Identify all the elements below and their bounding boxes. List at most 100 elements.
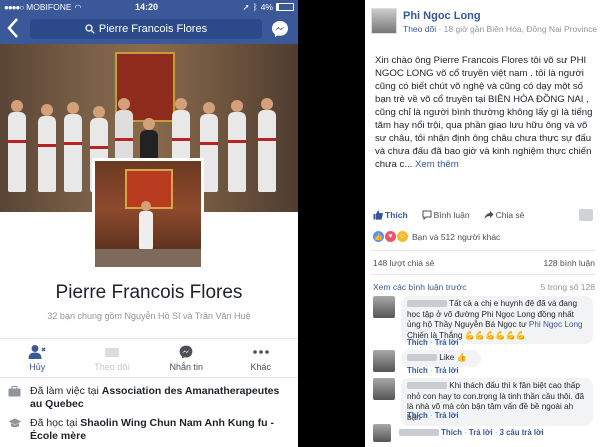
comment-meta: Thích · Trả lời <box>407 338 459 347</box>
comment-reply-link[interactable]: Trả lời <box>435 366 459 375</box>
avatar-image <box>95 161 201 267</box>
work-info: Đã làm việc tại Association des Amanathe… <box>0 381 298 413</box>
reaction-text: Bạn và 512 người khác <box>412 231 501 242</box>
viewer-avatar[interactable] <box>579 209 593 221</box>
work-text: Đã làm việc tại Association des Amanathe… <box>30 385 280 410</box>
view-previous-comments-link[interactable]: Xem các bình luận trước <box>373 282 466 292</box>
search-icon <box>85 24 95 34</box>
comment-count[interactable]: 128 bình luận <box>543 258 595 268</box>
divider <box>371 250 595 251</box>
follow-icon <box>103 344 121 360</box>
comment-meta: Thích · Trả lời <box>407 366 459 375</box>
reaction-bar: Thích Bình luận Chia sẻ <box>373 207 595 223</box>
facebook-post: Phi Ngoc Long Theo dõi · 18 giờ gần Biên… <box>365 0 600 447</box>
commenter-name[interactable] <box>407 354 437 362</box>
back-button[interactable] <box>6 17 26 41</box>
like-reaction-icon: 👍 <box>373 231 384 242</box>
mention-link[interactable]: Phi Ngọc Long <box>529 320 583 329</box>
post-text: Xin chào ông Pierre Francois Flores tôi … <box>375 55 593 170</box>
share-comment-counts: 148 lượt chia sẻ 128 bình luận <box>373 258 595 268</box>
graduation-cap-icon <box>8 418 24 443</box>
bluetooth-icon: ᛒ <box>252 2 258 12</box>
messenger-button[interactable] <box>270 19 290 39</box>
share-button[interactable]: Chia sẻ <box>484 210 524 220</box>
comment-like-link[interactable]: Thích <box>407 411 428 420</box>
comment-reply-link[interactable]: Trả lời <box>435 411 459 420</box>
search-text: Pierre Francois Flores <box>98 23 208 35</box>
view-replies-link[interactable]: 3 câu trả lời <box>500 428 544 437</box>
action-label: Theo dõi <box>94 362 130 372</box>
location-icon: ➚ <box>242 1 250 12</box>
more-button[interactable]: Khác <box>224 339 299 377</box>
comment-like-link[interactable]: Thích <box>407 338 428 347</box>
cover-person <box>228 100 246 192</box>
follow-link[interactable]: Theo dõi <box>403 24 436 34</box>
more-icon <box>252 344 270 360</box>
top-nav-bar: Pierre Francois Flores <box>0 14 298 44</box>
like-button[interactable]: Thích <box>373 210 408 220</box>
chevron-left-icon <box>7 18 18 38</box>
commenter-name[interactable] <box>399 429 439 437</box>
share-icon <box>484 211 494 219</box>
profile-name: Pierre Francois Flores <box>55 282 243 303</box>
education-info: Đã học tại Shaolin Wing Chun Nam Anh Kun… <box>0 413 298 445</box>
profile-info: Đã làm việc tại Association des Amanathe… <box>0 381 298 445</box>
cover-person <box>64 102 82 192</box>
previous-comments-row: Xem các bình luận trước 5 trong số 128 <box>373 282 595 292</box>
study-text: Đã học tại Shaolin Wing Chun Nam Anh Kun… <box>30 417 274 442</box>
post-body: Xin chào ông Pierre Francois Flores tôi … <box>375 54 593 171</box>
profile-screen: ●●●●○ MOBIFONE ◠ 14:20 ➚ ᛒ 4% Pierre Fra… <box>0 0 298 447</box>
action-label: Nhắn tin <box>169 362 204 372</box>
profile-avatar[interactable] <box>92 158 204 270</box>
share-count[interactable]: 148 lượt chia sẻ <box>373 258 434 268</box>
comment-like-link[interactable]: Thích <box>441 428 462 437</box>
battery-percent: 4% <box>260 2 273 12</box>
carrier-label: MOBIFONE <box>26 2 72 12</box>
comment-like-link[interactable]: Thích <box>407 366 428 375</box>
action-label: Hủy <box>29 362 46 372</box>
post-meta: Theo dõi · 18 giờ gần Biên Hòa, Đồng Nai… <box>403 24 598 34</box>
comment: Khi thách đấu thì k fân biệt cao thấp nh… <box>373 378 595 426</box>
follow-button[interactable]: Theo dõi <box>75 339 150 377</box>
comment: Tất cả a chị e huynh đệ đã và đang học t… <box>373 296 595 347</box>
screenshot-root: ●●●●○ MOBIFONE ◠ 14:20 ➚ ᛒ 4% Pierre Fra… <box>0 0 600 447</box>
messenger-icon <box>272 21 288 37</box>
message-button[interactable]: Nhắn tin <box>149 339 224 377</box>
comment-reply-link[interactable]: Trả lời <box>469 428 493 437</box>
search-input[interactable]: Pierre Francois Flores <box>30 19 262 39</box>
person-cancel-icon <box>28 344 46 360</box>
cover-person <box>8 100 26 192</box>
reaction-summary[interactable]: 👍 ♥ ☺ Bạn và 512 người khác <box>373 231 595 242</box>
commenter-avatar[interactable] <box>373 350 395 372</box>
commenter-avatar[interactable] <box>373 378 395 400</box>
commenter-avatar[interactable] <box>373 296 395 318</box>
status-bar: ●●●●○ MOBIFONE ◠ 14:20 ➚ ᛒ 4% <box>0 0 298 14</box>
cancel-request-button[interactable]: Hủy <box>0 339 75 377</box>
comment-bubble: Tất cả a chị e huynh đệ đã và đang học t… <box>401 296 593 344</box>
comment-button[interactable]: Bình luận <box>422 210 470 220</box>
comment-meta: Thích · Trả lời <box>407 411 459 420</box>
messenger-icon <box>177 344 195 360</box>
comment-icon <box>422 210 432 220</box>
wifi-icon: ◠ <box>74 2 82 12</box>
poster-avatar[interactable] <box>371 8 397 34</box>
comment-meta: Thích · Trả lời · 3 câu trả lời <box>399 428 544 437</box>
comment-reply-link[interactable]: Trả lời <box>435 338 459 347</box>
signal-icon: ●●●●○ <box>4 2 24 12</box>
poster-name[interactable]: Phi Ngoc Long <box>403 10 481 22</box>
comment: Thích · Trả lời · 3 câu trả lời <box>373 424 595 444</box>
commenter-name[interactable] <box>407 382 447 390</box>
profile-actions: Hủy Theo dõi Nhắn tin Khác <box>0 338 298 378</box>
commenter-avatar[interactable] <box>373 424 391 442</box>
post-header: Phi Ngoc Long Theo dõi · 18 giờ gần Biên… <box>371 8 598 36</box>
see-more-link[interactable]: Xem thêm <box>415 159 459 170</box>
mutual-friends-text[interactable]: 32 bạn chung gồm Nguyễn Hồ Sĩ và Trần Vă… <box>0 311 298 321</box>
commenter-name[interactable] <box>407 300 447 308</box>
cover-person <box>258 98 276 192</box>
action-label: Khác <box>250 362 271 372</box>
status-right: ➚ ᛒ 4% <box>242 2 294 13</box>
haha-reaction-icon: ☺ <box>397 231 408 242</box>
divider <box>371 274 595 275</box>
love-reaction-icon: ♥ <box>385 231 396 242</box>
clock: 14:20 <box>135 2 159 12</box>
